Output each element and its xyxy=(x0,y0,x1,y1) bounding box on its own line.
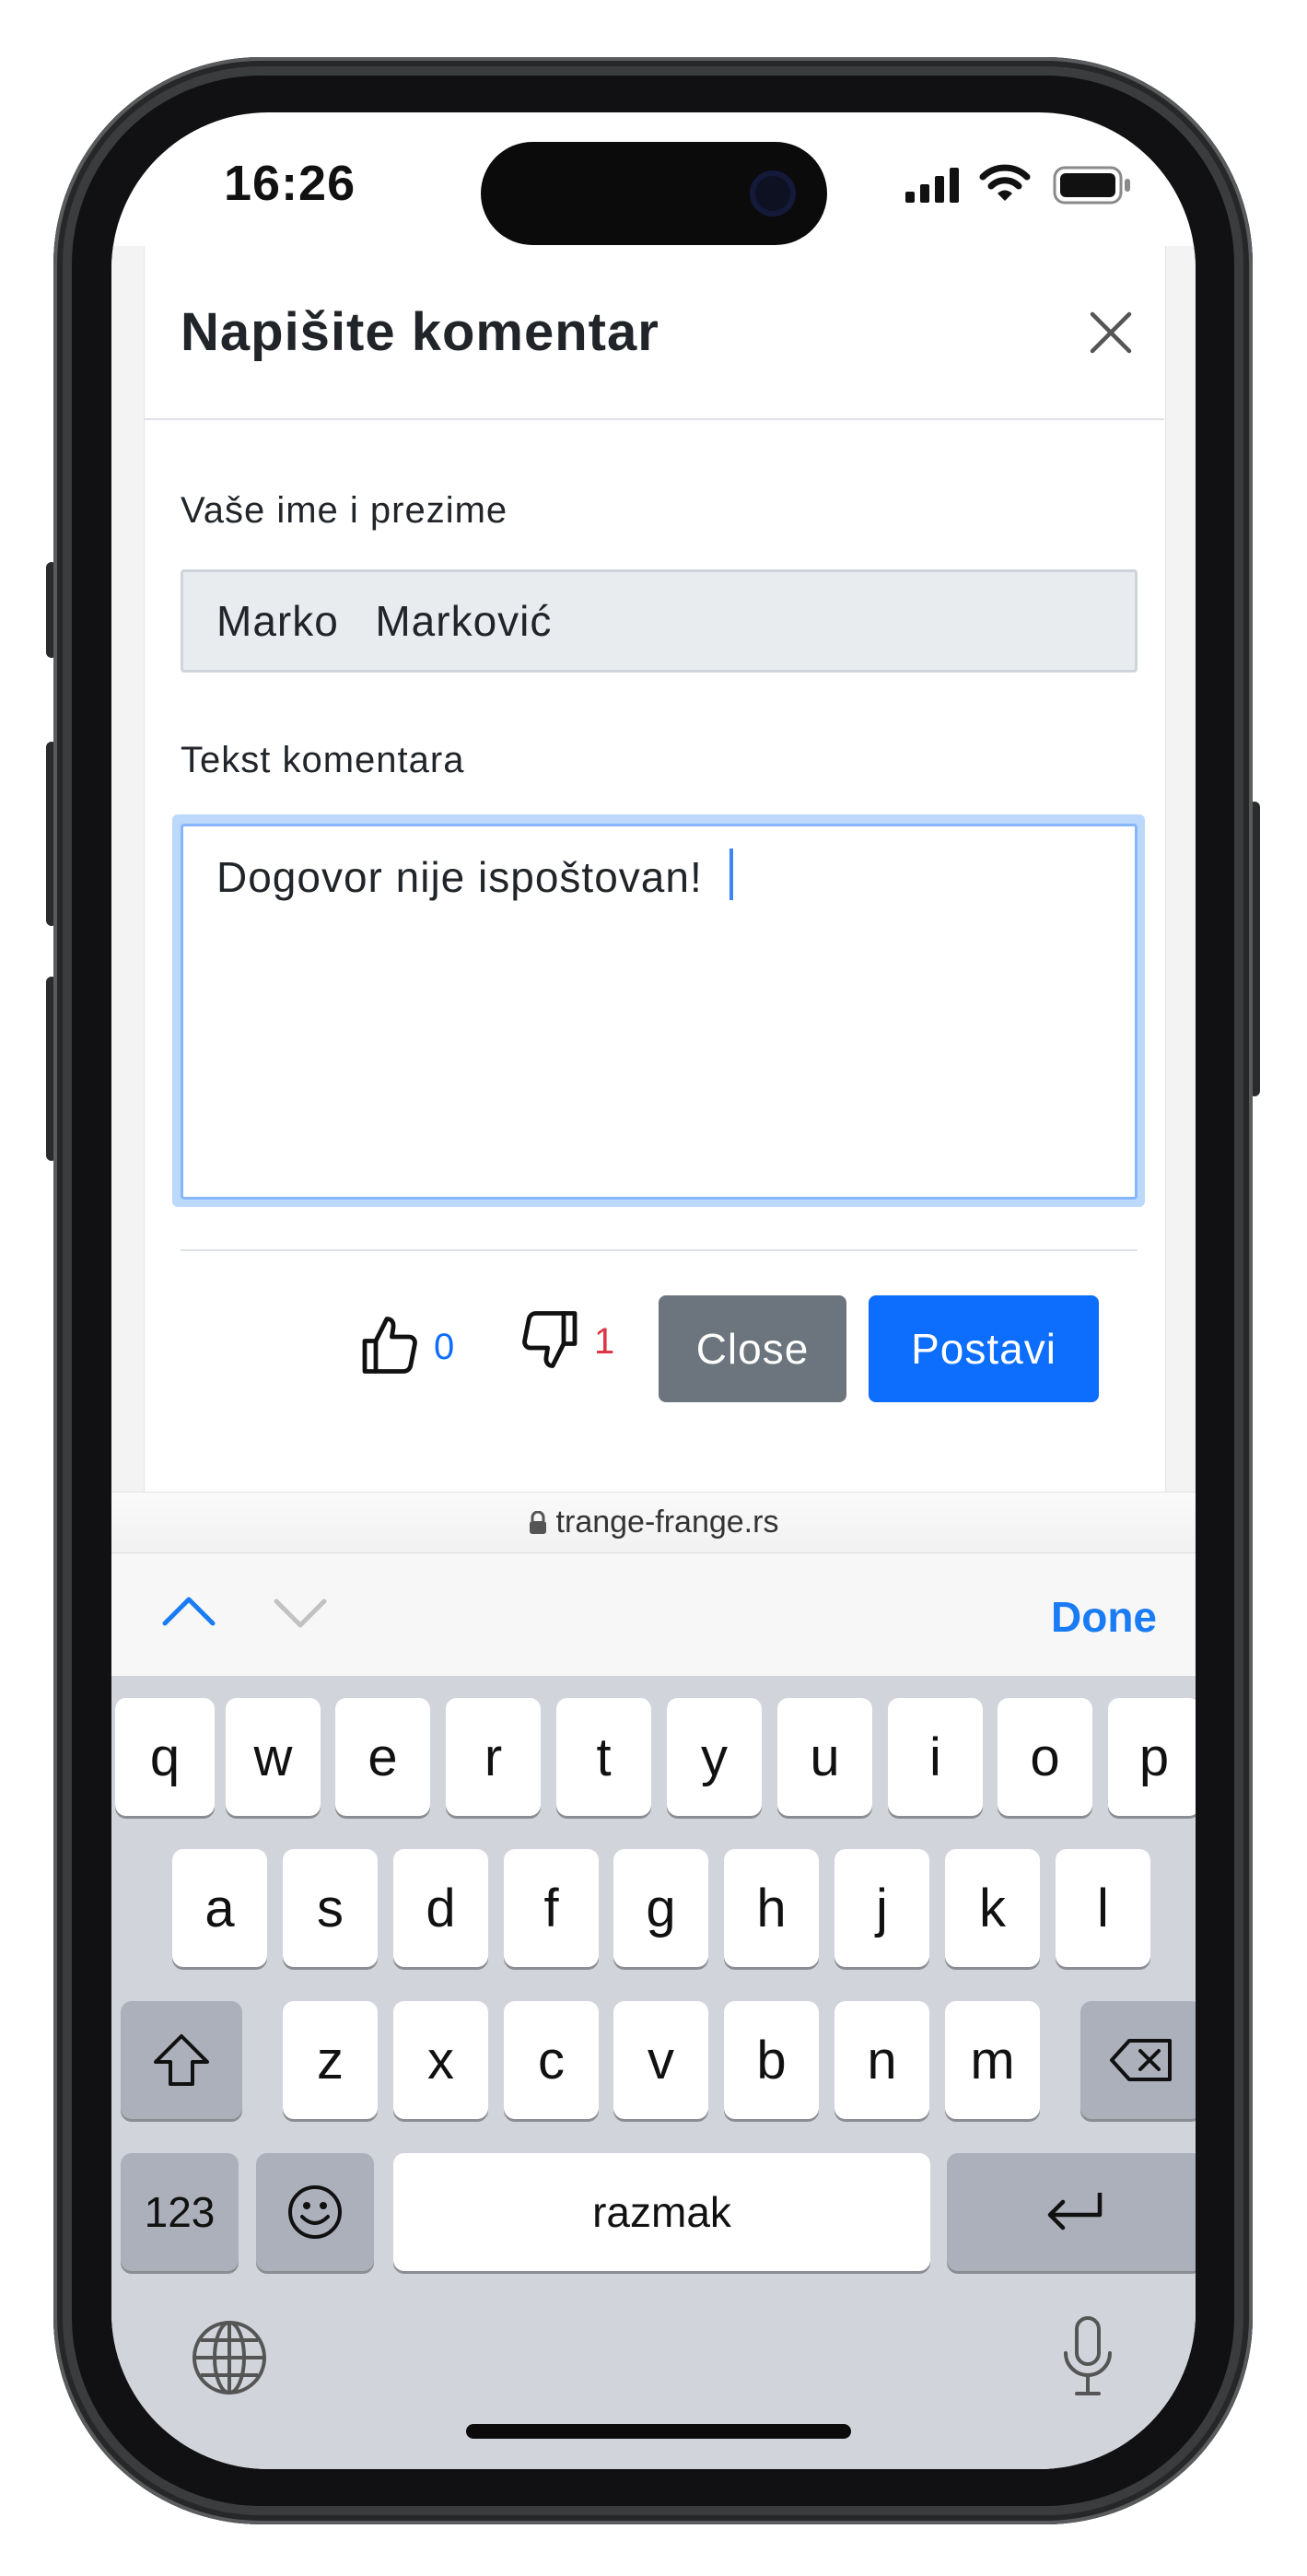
key-o[interactable]: o xyxy=(998,1698,1092,1816)
return-icon xyxy=(1047,2193,1103,2231)
delete-key[interactable] xyxy=(1080,2001,1196,2119)
key-k[interactable]: k xyxy=(945,1849,1040,1967)
phone-screen: Napišite komentar Vaše ime i prezime Tek… xyxy=(111,112,1196,2469)
key-j[interactable]: j xyxy=(834,1849,929,1967)
dislike-count: 1 xyxy=(594,1321,615,1362)
front-camera xyxy=(750,170,796,217)
key-l[interactable]: l xyxy=(1056,1849,1150,1967)
url-display[interactable]: trange-frange.rs xyxy=(111,1505,1196,1540)
home-indicator xyxy=(466,2424,851,2439)
text-caret xyxy=(729,849,733,900)
close-button[interactable]: Close xyxy=(659,1295,846,1402)
wifi-icon xyxy=(979,162,1031,207)
delete-icon xyxy=(1110,2039,1172,2081)
key-v[interactable]: v xyxy=(613,2001,708,2119)
key-y[interactable]: y xyxy=(667,1698,762,1816)
key-r[interactable]: r xyxy=(446,1698,541,1816)
key-x[interactable]: x xyxy=(393,2001,488,2119)
modal-title: Napišite komentar xyxy=(181,302,659,362)
comment-label: Tekst komentara xyxy=(181,740,465,780)
shift-icon xyxy=(154,2034,209,2086)
name-input[interactable] xyxy=(181,569,1138,673)
shift-key[interactable] xyxy=(121,2001,242,2119)
chevron-down-icon[interactable] xyxy=(273,1594,328,1635)
key-g[interactable]: g xyxy=(613,1849,708,1967)
like-count: 0 xyxy=(434,1327,455,1367)
modal-footer-divider xyxy=(181,1249,1138,1251)
status-time: 16:26 xyxy=(224,156,356,211)
emoji-icon xyxy=(288,2185,342,2239)
key-m[interactable]: m xyxy=(945,2001,1040,2119)
key-f[interactable]: f xyxy=(504,1849,599,1967)
numbers-key[interactable]: 123 xyxy=(121,2153,239,2271)
key-n[interactable]: n xyxy=(834,2001,929,2119)
chevron-up-icon[interactable] xyxy=(161,1592,216,1633)
key-u[interactable]: u xyxy=(777,1698,872,1816)
dislike-button[interactable]: 1 xyxy=(517,1305,614,1379)
key-e[interactable]: e xyxy=(335,1698,430,1816)
key-s[interactable]: s xyxy=(283,1849,378,1967)
key-a[interactable]: a xyxy=(172,1849,267,1967)
key-h[interactable]: h xyxy=(724,1849,819,1967)
globe-icon[interactable] xyxy=(190,2318,269,2402)
name-label: Vaše ime i prezime xyxy=(181,490,508,531)
emoji-key[interactable] xyxy=(256,2153,374,2271)
url-text: trange-frange.rs xyxy=(555,1505,779,1540)
microphone-icon[interactable] xyxy=(1060,2314,1115,2404)
key-t[interactable]: t xyxy=(556,1698,651,1816)
thumbs-down-icon xyxy=(517,1305,583,1379)
return-key[interactable] xyxy=(947,2153,1196,2271)
battery-icon xyxy=(1053,166,1132,209)
key-p[interactable]: p xyxy=(1108,1698,1196,1816)
lock-icon xyxy=(529,1510,546,1534)
modal-header-divider xyxy=(144,418,1164,420)
key-w[interactable]: w xyxy=(226,1698,321,1816)
comment-textarea[interactable]: Dogovor nije ispoštovan! xyxy=(181,824,1138,1200)
close-icon[interactable] xyxy=(1087,309,1135,357)
key-z[interactable]: z xyxy=(283,2001,378,2119)
key-q[interactable]: q xyxy=(115,1698,215,1816)
key-c[interactable]: c xyxy=(504,2001,599,2119)
done-button[interactable]: Done xyxy=(1051,1592,1157,1642)
keyboard: q w e r t y u i o p a s d f g h j k l z … xyxy=(111,1676,1196,2469)
key-b[interactable]: b xyxy=(724,2001,819,2119)
key-i[interactable]: i xyxy=(888,1698,983,1816)
space-key[interactable]: razmak xyxy=(393,2153,930,2271)
post-button[interactable]: Postavi xyxy=(869,1295,1099,1402)
key-d[interactable]: d xyxy=(393,1849,488,1967)
thumbs-up-icon xyxy=(356,1310,423,1385)
like-button[interactable]: 0 xyxy=(356,1310,454,1385)
signal-icon xyxy=(904,168,961,207)
